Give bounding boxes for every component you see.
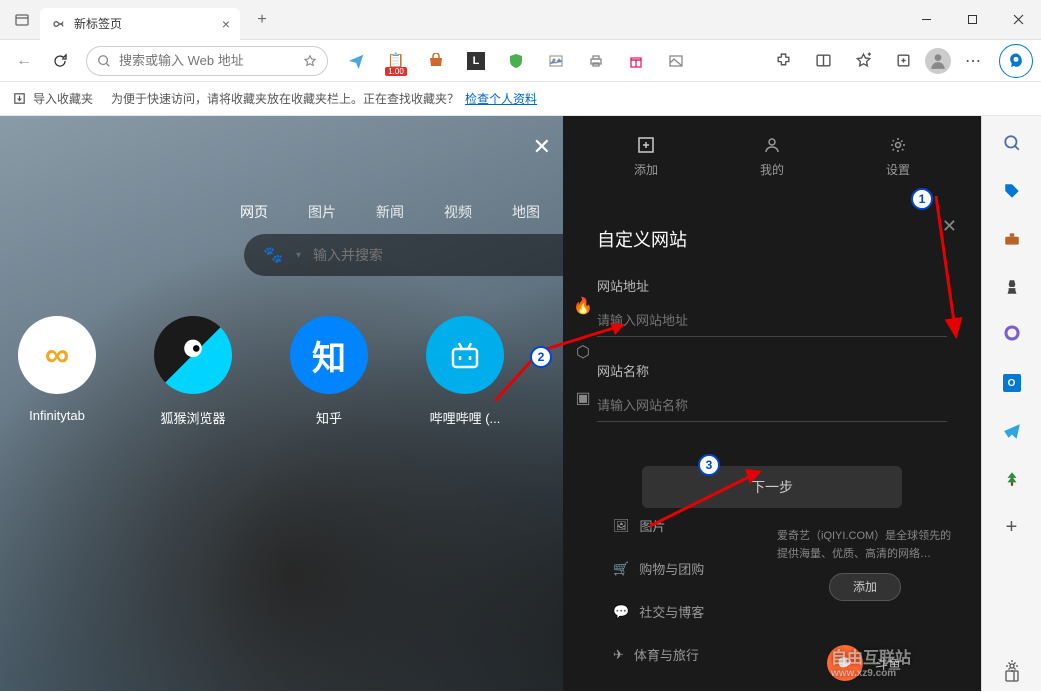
- sb-tag-icon[interactable]: [997, 176, 1027, 206]
- infinity-icon: [50, 16, 66, 32]
- url-input[interactable]: [597, 305, 947, 337]
- import-favorites-button[interactable]: 导入收藏夹: [33, 90, 93, 107]
- favorites-bar: 导入收藏夹 为便于快速访问，请将收藏夹放在收藏夹栏上。正在查找收藏夹？ 检查个人…: [0, 82, 1041, 116]
- ext-shop-icon[interactable]: [418, 43, 454, 79]
- sb-tools-icon[interactable]: [997, 224, 1027, 254]
- plane-icon: ✈: [613, 647, 624, 663]
- url-label: 网站地址: [597, 276, 947, 295]
- favorites-hint: 为便于快速访问，请将收藏夹放在收藏夹栏上。正在查找收藏夹？: [111, 90, 459, 107]
- hex-icon[interactable]: ⬡: [576, 342, 590, 362]
- search-category-tabs: 网页 图片 新闻 视频 地图: [240, 202, 540, 222]
- split-screen-button[interactable]: [805, 43, 841, 79]
- box-icon[interactable]: ▣: [575, 388, 590, 408]
- tab-close-icon[interactable]: ×: [222, 16, 230, 32]
- ext-badge-icon[interactable]: 📋1.00: [378, 43, 414, 79]
- baidu-icon[interactable]: 🐾: [262, 244, 284, 266]
- annotation-2: 2: [530, 346, 552, 368]
- maximize-button[interactable]: [949, 0, 995, 40]
- chat-icon: 💬: [613, 604, 629, 620]
- tile-bilibili[interactable]: 哔哩哔哩 (...: [426, 316, 504, 427]
- name-label: 网站名称: [597, 361, 947, 380]
- iqiyi-card: 爱奇艺（iQIYI.COM）是全球领先的提供海量、优质、高清的网络… 添加: [765, 516, 965, 613]
- image-icon: 🖼: [613, 518, 630, 534]
- category-sports[interactable]: ✈体育与旅行: [613, 645, 704, 664]
- sb-telegram-icon[interactable]: [997, 416, 1027, 446]
- browser-tab[interactable]: 新标签页 ×: [40, 8, 240, 40]
- edge-sidebar: O +: [981, 116, 1041, 691]
- collections-button[interactable]: [885, 43, 921, 79]
- infinitytab-icon: ∞: [18, 316, 96, 394]
- zhihu-icon: 知: [290, 316, 368, 394]
- copilot-button[interactable]: [999, 44, 1033, 78]
- tab-map[interactable]: 地图: [512, 202, 540, 222]
- sb-settings-icon[interactable]: [997, 651, 1027, 681]
- sb-m365-icon[interactable]: [997, 320, 1027, 350]
- address-bar[interactable]: [86, 46, 328, 76]
- name-input[interactable]: [597, 390, 947, 422]
- favorites-button[interactable]: [845, 43, 881, 79]
- sb-add-icon[interactable]: +: [997, 512, 1027, 542]
- annotation-3: 3: [698, 454, 720, 476]
- form-title: 自定义网站: [597, 226, 947, 252]
- import-icon: [12, 91, 27, 106]
- sb-search-icon[interactable]: [997, 128, 1027, 158]
- category-shopping[interactable]: 🛒购物与团购: [613, 559, 704, 578]
- browser-toolbar: ← 📋1.00 L ⋯: [0, 40, 1041, 82]
- watermark: 自由互联站 www.xz9.com: [831, 644, 911, 679]
- tile-lemur[interactable]: 狐猴浏览器: [154, 316, 232, 427]
- ext-plane-icon[interactable]: [338, 43, 374, 79]
- ext-printer-icon[interactable]: [578, 43, 614, 79]
- panel-tab-settings[interactable]: 设置: [886, 135, 910, 178]
- category-image[interactable]: 🖼图片: [613, 516, 704, 535]
- search-icon: [97, 54, 111, 68]
- minimize-button[interactable]: [903, 0, 949, 40]
- panel-close-icon[interactable]: ✕: [533, 134, 551, 160]
- tab-web[interactable]: 网页: [240, 202, 268, 222]
- new-tab-button[interactable]: +: [248, 6, 276, 34]
- ext-image-icon[interactable]: [538, 43, 574, 79]
- more-button[interactable]: ⋯: [955, 43, 991, 79]
- panel-tab-mine[interactable]: 我的: [760, 135, 784, 178]
- iqiyi-add-button[interactable]: 添加: [829, 573, 901, 601]
- panel-tab-add[interactable]: 添加: [634, 135, 658, 178]
- lemur-icon: [154, 316, 232, 394]
- favorite-icon[interactable]: [303, 54, 317, 68]
- tab-news[interactable]: 新闻: [376, 202, 404, 222]
- ext-shield-icon[interactable]: [498, 43, 534, 79]
- tile-zhihu[interactable]: 知 知乎: [290, 316, 368, 427]
- new-tab-page: ✕ 网页 图片 新闻 视频 地图 🐾 ▾ ∞ Infinitytab 狐猴浏览器…: [0, 116, 981, 691]
- fire-icon[interactable]: 🔥: [573, 296, 593, 316]
- check-profile-link[interactable]: 检查个人资料: [465, 90, 537, 107]
- form-close-icon[interactable]: ✕: [942, 216, 957, 237]
- address-input[interactable]: [119, 53, 295, 68]
- category-social[interactable]: 💬社交与博客: [613, 602, 704, 621]
- close-button[interactable]: [995, 0, 1041, 40]
- ext-picture-icon[interactable]: [658, 43, 694, 79]
- tab-video[interactable]: 视频: [444, 202, 472, 222]
- extensions-button[interactable]: [765, 43, 801, 79]
- tile-infinitytab[interactable]: ∞ Infinitytab: [18, 316, 96, 427]
- ext-l-icon[interactable]: L: [458, 43, 494, 79]
- tab-title: 新标签页: [74, 15, 214, 32]
- iqiyi-description: 爱奇艺（iQIYI.COM）是全球领先的提供海量、优质、高清的网络…: [777, 528, 953, 563]
- window-titlebar: 新标签页 × +: [0, 0, 1041, 40]
- ext-gift-icon[interactable]: [618, 43, 654, 79]
- back-button[interactable]: ←: [8, 45, 40, 77]
- sb-outlook-icon[interactable]: O: [997, 368, 1027, 398]
- next-button[interactable]: 下一步: [642, 466, 902, 508]
- sb-tree-icon[interactable]: [997, 464, 1027, 494]
- sb-chess-icon[interactable]: [997, 272, 1027, 302]
- tab-image[interactable]: 图片: [308, 202, 336, 222]
- cart-icon: 🛒: [613, 561, 629, 577]
- refresh-button[interactable]: [44, 45, 76, 77]
- annotation-1: 1: [911, 188, 933, 210]
- tabs-overview-icon[interactable]: [8, 6, 36, 34]
- profile-button[interactable]: [925, 48, 951, 74]
- bilibili-icon: [426, 316, 504, 394]
